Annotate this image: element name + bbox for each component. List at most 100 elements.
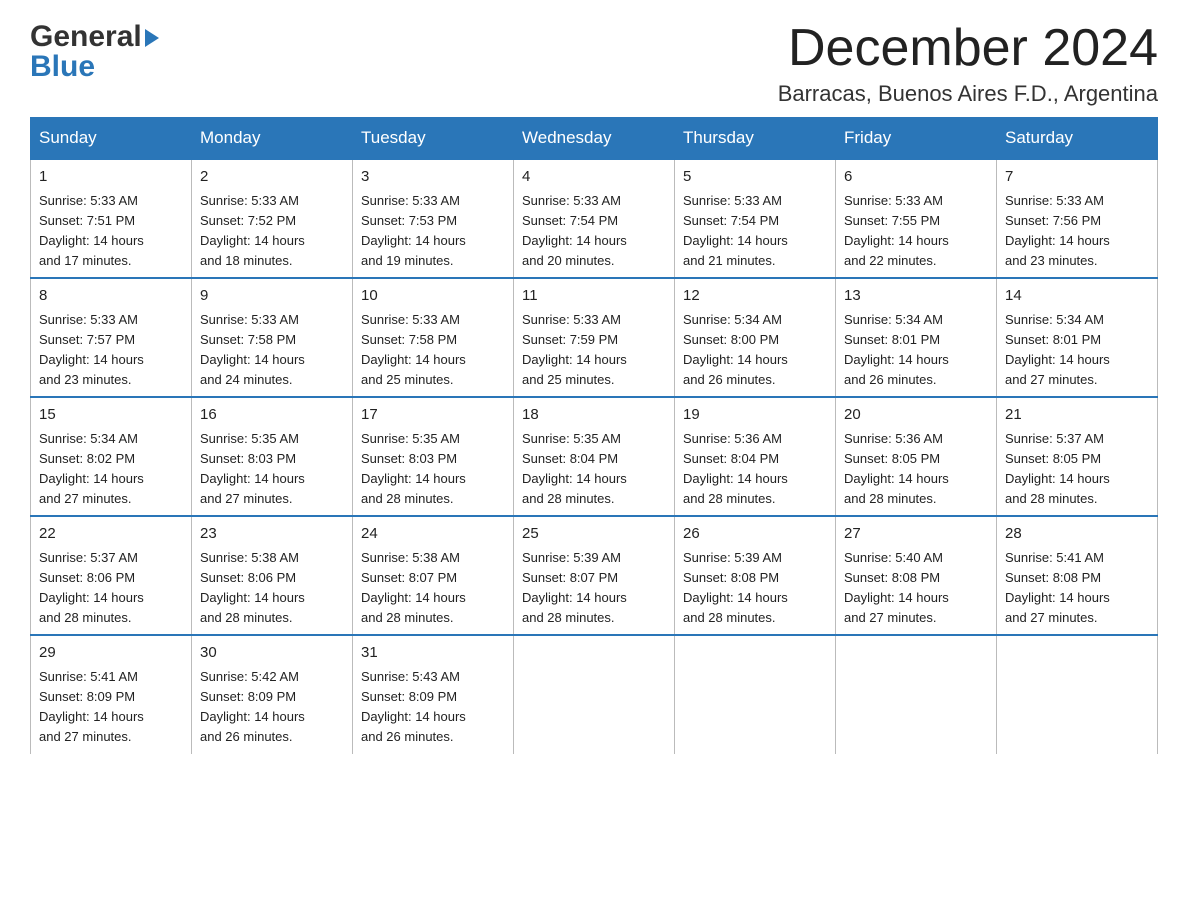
day-info: Sunrise: 5:33 AMSunset: 7:59 PMDaylight:… [522,310,666,391]
day-number: 17 [361,404,505,427]
calendar-cell: 18Sunrise: 5:35 AMSunset: 8:04 PMDayligh… [514,397,675,516]
day-number: 20 [844,404,988,427]
calendar-table: SundayMondayTuesdayWednesdayThursdayFrid… [30,117,1158,753]
weekday-header-tuesday: Tuesday [353,118,514,160]
day-number: 19 [683,404,827,427]
day-number: 28 [1005,523,1149,546]
day-info: Sunrise: 5:43 AMSunset: 8:09 PMDaylight:… [361,667,505,748]
weekday-header-saturday: Saturday [997,118,1158,160]
day-info: Sunrise: 5:33 AMSunset: 7:54 PMDaylight:… [522,191,666,272]
day-number: 21 [1005,404,1149,427]
day-number: 27 [844,523,988,546]
calendar-header: SundayMondayTuesdayWednesdayThursdayFrid… [31,118,1158,160]
calendar-cell: 13Sunrise: 5:34 AMSunset: 8:01 PMDayligh… [836,278,997,397]
calendar-cell: 28Sunrise: 5:41 AMSunset: 8:08 PMDayligh… [997,516,1158,635]
calendar-cell: 8Sunrise: 5:33 AMSunset: 7:57 PMDaylight… [31,278,192,397]
calendar-cell: 24Sunrise: 5:38 AMSunset: 8:07 PMDayligh… [353,516,514,635]
day-info: Sunrise: 5:35 AMSunset: 8:03 PMDaylight:… [361,429,505,510]
calendar-cell: 23Sunrise: 5:38 AMSunset: 8:06 PMDayligh… [192,516,353,635]
calendar-week-row: 29Sunrise: 5:41 AMSunset: 8:09 PMDayligh… [31,635,1158,753]
day-info: Sunrise: 5:38 AMSunset: 8:06 PMDaylight:… [200,548,344,629]
calendar-cell [836,635,997,753]
day-info: Sunrise: 5:35 AMSunset: 8:03 PMDaylight:… [200,429,344,510]
day-number: 23 [200,523,344,546]
day-info: Sunrise: 5:39 AMSunset: 8:08 PMDaylight:… [683,548,827,629]
day-info: Sunrise: 5:33 AMSunset: 7:52 PMDaylight:… [200,191,344,272]
day-info: Sunrise: 5:41 AMSunset: 8:09 PMDaylight:… [39,667,183,748]
weekday-header-monday: Monday [192,118,353,160]
day-number: 15 [39,404,183,427]
day-number: 11 [522,285,666,308]
day-number: 6 [844,166,988,189]
logo: General Blue [30,20,159,84]
calendar-cell: 12Sunrise: 5:34 AMSunset: 8:00 PMDayligh… [675,278,836,397]
calendar-cell: 26Sunrise: 5:39 AMSunset: 8:08 PMDayligh… [675,516,836,635]
calendar-cell: 3Sunrise: 5:33 AMSunset: 7:53 PMDaylight… [353,159,514,278]
day-number: 8 [39,285,183,308]
weekday-header-sunday: Sunday [31,118,192,160]
day-info: Sunrise: 5:42 AMSunset: 8:09 PMDaylight:… [200,667,344,748]
day-number: 29 [39,642,183,665]
day-number: 10 [361,285,505,308]
calendar-week-row: 1Sunrise: 5:33 AMSunset: 7:51 PMDaylight… [31,159,1158,278]
calendar-cell: 2Sunrise: 5:33 AMSunset: 7:52 PMDaylight… [192,159,353,278]
day-info: Sunrise: 5:37 AMSunset: 8:05 PMDaylight:… [1005,429,1149,510]
logo-general-row: General [30,20,159,54]
weekday-header-friday: Friday [836,118,997,160]
calendar-cell [997,635,1158,753]
calendar-cell: 30Sunrise: 5:42 AMSunset: 8:09 PMDayligh… [192,635,353,753]
calendar-cell: 20Sunrise: 5:36 AMSunset: 8:05 PMDayligh… [836,397,997,516]
day-number: 5 [683,166,827,189]
calendar-cell: 27Sunrise: 5:40 AMSunset: 8:08 PMDayligh… [836,516,997,635]
calendar-cell: 10Sunrise: 5:33 AMSunset: 7:58 PMDayligh… [353,278,514,397]
weekday-header-row: SundayMondayTuesdayWednesdayThursdayFrid… [31,118,1158,160]
day-info: Sunrise: 5:34 AMSunset: 8:00 PMDaylight:… [683,310,827,391]
day-info: Sunrise: 5:37 AMSunset: 8:06 PMDaylight:… [39,548,183,629]
calendar-cell: 4Sunrise: 5:33 AMSunset: 7:54 PMDaylight… [514,159,675,278]
calendar-cell: 15Sunrise: 5:34 AMSunset: 8:02 PMDayligh… [31,397,192,516]
day-number: 1 [39,166,183,189]
calendar-cell: 19Sunrise: 5:36 AMSunset: 8:04 PMDayligh… [675,397,836,516]
day-number: 26 [683,523,827,546]
day-number: 25 [522,523,666,546]
calendar-week-row: 8Sunrise: 5:33 AMSunset: 7:57 PMDaylight… [31,278,1158,397]
month-title: December 2024 [778,20,1158,77]
calendar-cell: 21Sunrise: 5:37 AMSunset: 8:05 PMDayligh… [997,397,1158,516]
calendar-cell: 9Sunrise: 5:33 AMSunset: 7:58 PMDaylight… [192,278,353,397]
calendar-body: 1Sunrise: 5:33 AMSunset: 7:51 PMDaylight… [31,159,1158,753]
day-number: 3 [361,166,505,189]
day-number: 13 [844,285,988,308]
day-info: Sunrise: 5:33 AMSunset: 7:58 PMDaylight:… [361,310,505,391]
calendar-cell: 16Sunrise: 5:35 AMSunset: 8:03 PMDayligh… [192,397,353,516]
day-info: Sunrise: 5:36 AMSunset: 8:05 PMDaylight:… [844,429,988,510]
day-number: 18 [522,404,666,427]
calendar-cell: 1Sunrise: 5:33 AMSunset: 7:51 PMDaylight… [31,159,192,278]
day-number: 31 [361,642,505,665]
calendar-cell: 29Sunrise: 5:41 AMSunset: 8:09 PMDayligh… [31,635,192,753]
day-number: 22 [39,523,183,546]
day-info: Sunrise: 5:33 AMSunset: 7:56 PMDaylight:… [1005,191,1149,272]
location-subtitle: Barracas, Buenos Aires F.D., Argentina [778,81,1158,107]
day-info: Sunrise: 5:36 AMSunset: 8:04 PMDaylight:… [683,429,827,510]
day-info: Sunrise: 5:35 AMSunset: 8:04 PMDaylight:… [522,429,666,510]
day-info: Sunrise: 5:39 AMSunset: 8:07 PMDaylight:… [522,548,666,629]
calendar-cell: 25Sunrise: 5:39 AMSunset: 8:07 PMDayligh… [514,516,675,635]
logo-arrow-icon [145,29,159,47]
day-number: 2 [200,166,344,189]
day-info: Sunrise: 5:33 AMSunset: 7:57 PMDaylight:… [39,310,183,391]
calendar-cell: 5Sunrise: 5:33 AMSunset: 7:54 PMDaylight… [675,159,836,278]
day-info: Sunrise: 5:33 AMSunset: 7:51 PMDaylight:… [39,191,183,272]
calendar-cell: 11Sunrise: 5:33 AMSunset: 7:59 PMDayligh… [514,278,675,397]
calendar-week-row: 15Sunrise: 5:34 AMSunset: 8:02 PMDayligh… [31,397,1158,516]
day-number: 9 [200,285,344,308]
day-info: Sunrise: 5:41 AMSunset: 8:08 PMDaylight:… [1005,548,1149,629]
calendar-cell: 31Sunrise: 5:43 AMSunset: 8:09 PMDayligh… [353,635,514,753]
day-number: 16 [200,404,344,427]
logo-general-text: General [30,20,142,54]
day-info: Sunrise: 5:34 AMSunset: 8:02 PMDaylight:… [39,429,183,510]
day-number: 4 [522,166,666,189]
day-info: Sunrise: 5:34 AMSunset: 8:01 PMDaylight:… [844,310,988,391]
day-info: Sunrise: 5:40 AMSunset: 8:08 PMDaylight:… [844,548,988,629]
weekday-header-thursday: Thursday [675,118,836,160]
calendar-cell: 6Sunrise: 5:33 AMSunset: 7:55 PMDaylight… [836,159,997,278]
